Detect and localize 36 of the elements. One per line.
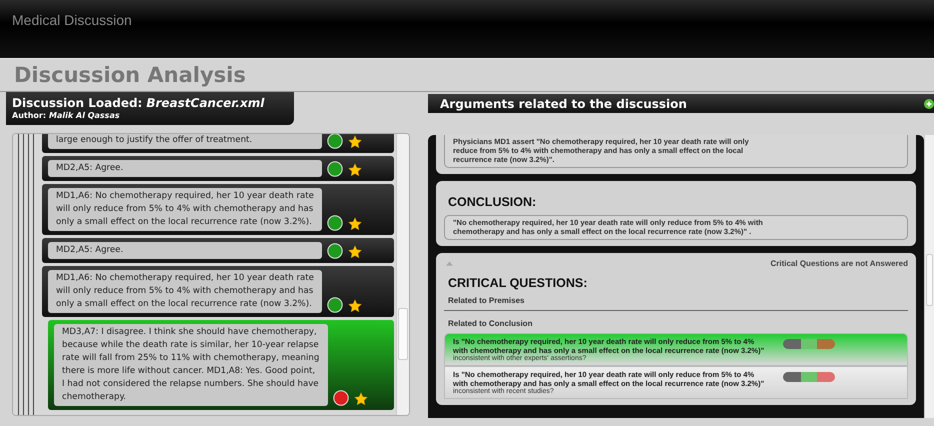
add-icon[interactable]	[924, 98, 934, 108]
discussion-loaded-label: Discussion Loaded:	[12, 96, 142, 110]
discussion-item[interactable]	[48, 320, 394, 410]
arguments-title: Arguments related to the discussion	[440, 96, 687, 110]
critical-question[interactable]	[444, 366, 908, 399]
star-icon[interactable]	[348, 135, 362, 149]
star-icon[interactable]	[354, 392, 368, 406]
answer-status: Critical Questions are not Answered	[770, 259, 908, 268]
argument-text: MD2,A5: Agree.	[48, 242, 322, 259]
file-name: BreastCancer.xml	[146, 96, 264, 110]
conclusion-section-label: Related to Conclusion	[448, 319, 534, 328]
premises-section-label: Related to Premises	[448, 296, 526, 305]
discussion-item[interactable]: MD1,A6: No chemotherapy required, her 10 year death rate will only reduce from 5% to 4% with chemotherapy and has only a small effect on the local recurrence rate (now 3.2%).	[42, 184, 394, 235]
critical-question[interactable]	[444, 333, 908, 366]
star-icon[interactable]	[348, 245, 362, 259]
argument-text: MD3,A7: I disagree. I think she should have chemotherapy, because while the death rate is similar, her 10-year relapse rate will fall from 25% to 11% with chemotherapy, meaning there is more life without cancer. MD1,A8: Yes. Good point, I had not considered the relapse numbers. She should have chemotherapy.	[54, 324, 328, 406]
star-icon[interactable]	[348, 299, 362, 313]
critical-questions-title: CRITICAL QUESTIONS:	[448, 276, 588, 290]
discussion-item[interactable]: MD2,A5: Agree.	[42, 156, 394, 181]
argument-text: large enough to justify the offer of treatment.	[48, 134, 322, 149]
scrollbar[interactable]	[396, 134, 409, 415]
discussion-item[interactable]: MD2,A5: Agree.	[42, 238, 394, 263]
author-name: Malik Al Qassas	[49, 111, 120, 120]
discussion-item[interactable]: MD1,A6: No chemotherapy required, her 10 year death rate will only reduce from 5% to 4% with chemotherapy and has only a small effect on the local recurrence rate (now 3.2%).	[42, 266, 394, 317]
conclusion-title: CONCLUSION:	[448, 195, 538, 209]
argument-text: MD1,A6: No chemotherapy required, her 10 year death rate will only reduce from 5% to 4% with chemotherapy and has only a small effect on the local recurrence rate (now 3.2%).	[48, 188, 322, 231]
answer-toggle[interactable]	[783, 339, 835, 349]
argument-text: MD2,A5: Agree.	[48, 160, 322, 177]
argument-text: MD1,A6: No chemotherapy required, her 10 year death rate will only reduce from 5% to 4% with chemotherapy and has only a small effect on the local recurrence rate (now 3.2%).	[48, 270, 322, 313]
answer-toggle[interactable]	[783, 372, 835, 382]
star-icon[interactable]	[348, 163, 362, 177]
author-label: Author:	[12, 111, 46, 120]
discussion-item[interactable]: large enough to justify the offer of treatment.	[42, 134, 394, 153]
scrollbar[interactable]	[924, 135, 934, 418]
window-title: Medical Discussion	[12, 12, 132, 28]
star-icon[interactable]	[348, 217, 362, 231]
